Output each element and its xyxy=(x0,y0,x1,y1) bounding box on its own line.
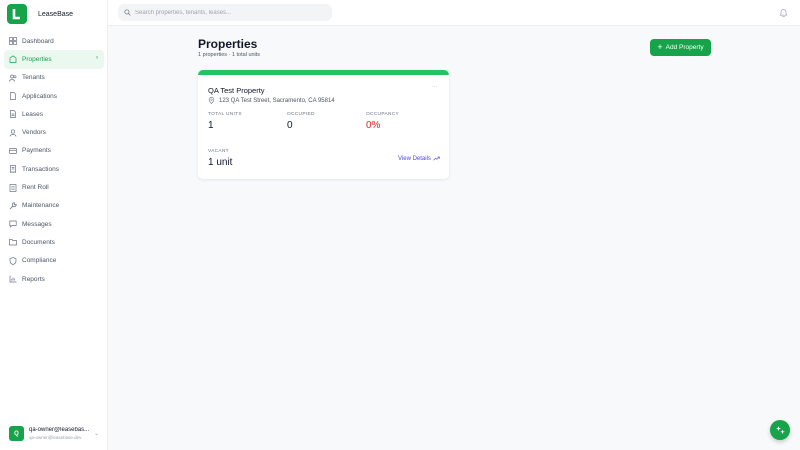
location-pin-icon xyxy=(208,97,215,104)
view-details-label: View Details xyxy=(398,155,431,162)
sidebar-item-label: Vendors xyxy=(22,129,46,137)
search-icon xyxy=(124,9,131,16)
sidebar-item-label: Messages xyxy=(22,220,52,228)
user-menu[interactable]: Q qa-owner@leasebas... qa-owner@leasebas… xyxy=(9,426,101,441)
occupied-value: 0 xyxy=(287,120,293,131)
sidebar-item-payments[interactable]: Payments xyxy=(4,142,104,160)
receipt-icon xyxy=(9,165,17,174)
card-icon xyxy=(9,147,17,155)
search-box[interactable] xyxy=(118,4,332,21)
card-accent-bar xyxy=(198,70,449,75)
chart-icon xyxy=(9,275,17,283)
occupancy-label: OCCUPANCY xyxy=(366,112,399,117)
plus-icon: + xyxy=(657,42,663,52)
chevron-down-icon: ⌄ xyxy=(93,431,99,437)
sidebar-item-tenants[interactable]: Tenants xyxy=(4,69,104,87)
chevron-right-icon: › xyxy=(96,55,98,62)
sidebar-item-reports[interactable]: Reports xyxy=(4,270,104,288)
vacant-value: 1 unit xyxy=(208,157,233,168)
property-address-text: 123 QA Test Street, Sacramento, CA 95814 xyxy=(219,97,335,104)
document-icon xyxy=(9,110,17,119)
sidebar-item-label: Rent Roll xyxy=(22,184,49,192)
sidebar-item-leases[interactable]: Leases xyxy=(4,105,104,123)
sidebar-item-label: Leases xyxy=(22,110,43,118)
sidebar-item-properties[interactable]: Properties › xyxy=(4,50,104,69)
sidebar-item-label: Maintenance xyxy=(22,202,60,210)
assistant-fab-button[interactable] xyxy=(770,420,790,440)
list-icon xyxy=(9,183,17,192)
top-bar xyxy=(108,0,800,26)
sidebar-item-applications[interactable]: Applications xyxy=(4,87,104,105)
add-property-label: Add Property xyxy=(665,44,704,51)
more-options-icon[interactable]: ⋯ xyxy=(431,83,439,91)
property-name: QA Test Property xyxy=(208,86,265,95)
add-property-button[interactable]: + Add Property xyxy=(650,39,711,56)
sidebar-item-vendors[interactable]: Vendors xyxy=(4,123,104,141)
vacant-label: VACANT xyxy=(208,149,229,154)
sidebar-item-label: Payments xyxy=(22,147,51,155)
sidebar-item-documents[interactable]: Documents xyxy=(4,233,104,251)
sidebar-item-maintenance[interactable]: Maintenance xyxy=(4,197,104,215)
wrench-icon xyxy=(9,202,17,210)
building-icon xyxy=(9,55,17,64)
occupancy-value: 0% xyxy=(366,120,381,131)
avatar: Q xyxy=(9,426,24,441)
sidebar-item-label: Dashboard xyxy=(22,37,54,45)
sidebar-item-compliance[interactable]: Compliance xyxy=(4,252,104,270)
sidebar-item-label: Applications xyxy=(22,92,58,100)
occupied-label: OCCUPIED xyxy=(287,112,315,117)
app-logo[interactable]: LeaseBase xyxy=(7,4,73,24)
users-icon xyxy=(9,74,17,82)
total-units-label: TOTAL UNITS xyxy=(208,112,242,117)
folder-icon xyxy=(9,238,17,246)
user-name: qa-owner@leasebas... xyxy=(29,427,89,433)
sidebar: LeaseBase Dashboard Properties › Tenants… xyxy=(0,0,108,450)
sidebar-item-messages[interactable]: Messages xyxy=(4,215,104,233)
logo-icon xyxy=(7,4,27,24)
page-subtitle: 1 properties · 1 total units xyxy=(198,52,261,58)
trend-arrow-icon xyxy=(433,156,440,161)
grid-icon xyxy=(9,37,17,45)
sidebar-item-label: Reports xyxy=(22,275,45,283)
user-email: qa-owner@leasebase.dev xyxy=(29,435,82,440)
search-input[interactable] xyxy=(135,9,315,16)
app-name: LeaseBase xyxy=(38,10,74,18)
sidebar-item-dashboard[interactable]: Dashboard xyxy=(4,32,104,50)
shield-icon xyxy=(9,256,17,265)
view-details-link[interactable]: View Details xyxy=(398,155,440,162)
total-units-value: 1 xyxy=(208,120,214,131)
bell-icon[interactable] xyxy=(779,8,788,17)
sidebar-nav: Dashboard Properties › Tenants Applicati… xyxy=(4,32,104,288)
message-icon xyxy=(9,220,17,228)
sidebar-item-label: Tenants xyxy=(22,74,45,82)
sidebar-item-transactions[interactable]: Transactions xyxy=(4,160,104,178)
sidebar-item-label: Transactions xyxy=(22,165,59,173)
sidebar-item-label: Compliance xyxy=(22,257,57,265)
page-title: Properties xyxy=(198,37,258,51)
sidebar-item-label: Properties xyxy=(22,55,52,63)
sparkle-icon xyxy=(775,425,785,434)
sidebar-item-rent-roll[interactable]: Rent Roll xyxy=(4,178,104,196)
user-icon xyxy=(9,129,17,137)
sidebar-item-label: Documents xyxy=(22,238,55,246)
property-address: 123 QA Test Street, Sacramento, CA 95814 xyxy=(208,97,335,104)
file-icon xyxy=(9,92,17,100)
